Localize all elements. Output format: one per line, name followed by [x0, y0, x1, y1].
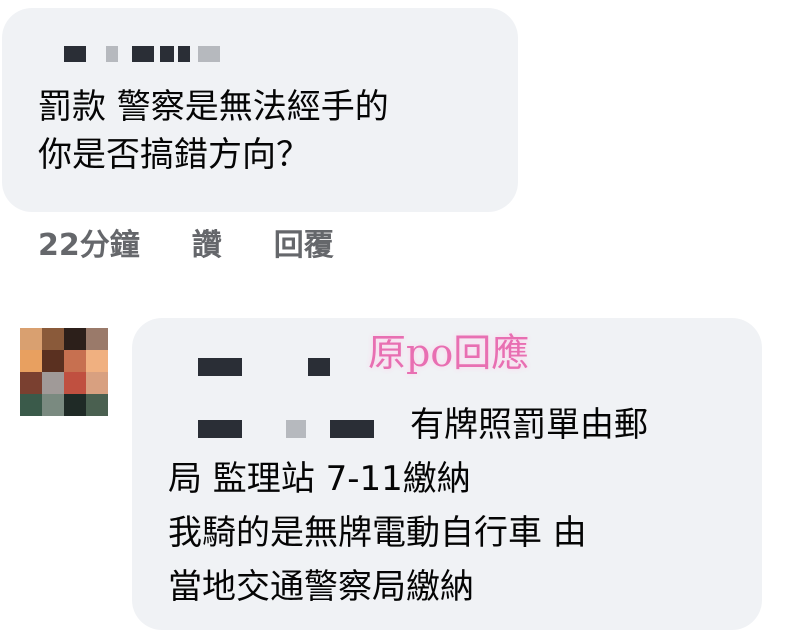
redacted-name-block: [178, 46, 190, 62]
redacted-name-block: [64, 46, 86, 62]
comment-text-line: 罰款 警察是無法經手的: [38, 87, 389, 127]
comment-text-line: 有牌照罰單由郵: [410, 405, 648, 445]
redacted-name-block: [286, 420, 306, 438]
redacted-name-block: [198, 46, 220, 62]
comment-bubble-1: 罰款 警察是無法經手的 你是否搞錯方向？: [2, 8, 518, 212]
redacted-name-block: [160, 46, 174, 62]
original-poster-annotation: 原po回應: [368, 331, 530, 375]
comment-text-line: 當地交通警察局繳納: [168, 567, 474, 607]
redacted-name-block: [198, 358, 242, 376]
redacted-name-block: [330, 420, 374, 438]
redacted-name-block: [106, 46, 118, 62]
comment-text-line: 你是否搞錯方向？: [38, 135, 310, 175]
comment-text-line: 局 監理站 7-11繳納: [168, 459, 471, 499]
comment-text-line: 我騎的是無牌電動自行車 由: [168, 513, 587, 553]
reply-button[interactable]: 回覆: [274, 220, 334, 264]
like-button[interactable]: 讚: [192, 220, 222, 264]
redacted-name-block: [198, 420, 242, 438]
comment-actions: 22分鐘 讚 回覆: [38, 220, 334, 264]
redacted-name-block: [308, 358, 330, 376]
avatar[interactable]: [20, 328, 108, 416]
redacted-name-block: [132, 46, 154, 62]
comment-timestamp: 22分鐘: [38, 228, 140, 263]
